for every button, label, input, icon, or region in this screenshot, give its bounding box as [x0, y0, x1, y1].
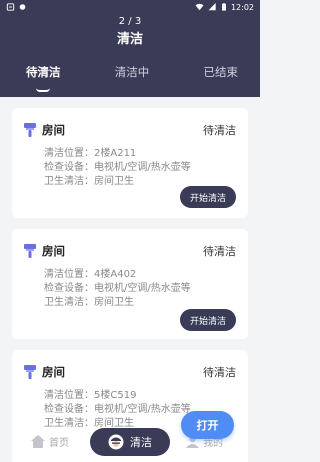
wifi-icon — [195, 3, 204, 11]
status-time: 12:02 — [230, 2, 254, 12]
card-equipment: 检查设备：电视机/空调/热水壶等 — [44, 283, 191, 294]
nav-home-label: 首页 — [49, 438, 69, 449]
card-equipment: 检查设备：电视机/空调/热水壶等 — [44, 162, 191, 173]
card-hygiene: 卫生清洁：房间卫生 — [44, 297, 134, 308]
card-title: 房间 — [42, 365, 65, 379]
card-status: 待清洁 — [203, 124, 236, 137]
card-location: 清洁位置：4楼A402 — [44, 269, 137, 280]
tab-pending-label: 待清洁 — [26, 65, 61, 79]
card-title: 房间 — [42, 123, 65, 137]
open-button[interactable]: 打开 — [181, 411, 234, 439]
start-cleaning-button[interactable]: 开始清洁 — [179, 186, 236, 208]
nav-clean[interactable]: 清洁 — [90, 428, 170, 456]
status-bar: 12:02 — [0, 0, 260, 14]
sim-icon — [19, 4, 26, 10]
brush-icon — [24, 365, 36, 379]
tab-bar: 待清洁 清洁中 已结束 — [0, 64, 260, 92]
tab-pending[interactable]: 待清洁 — [26, 64, 61, 92]
tab-active-indicator — [36, 88, 51, 92]
notification-icon — [6, 3, 15, 11]
nav-clean-label: 清洁 — [130, 436, 152, 449]
tab-finished-label: 已结束 — [203, 65, 239, 79]
tab-finished[interactable]: 已结束 — [204, 64, 239, 84]
header: 12:02 2 / 3 清洁 待清洁 清洁中 已结束 — [0, 0, 260, 97]
task-list: 房间 待清洁 清洁位置：2楼A211 检查设备：电视机/空调/热水壶等 卫生清洁… — [0, 97, 260, 462]
card-location: 清洁位置：2楼A211 — [44, 148, 137, 159]
battery-icon — [221, 3, 226, 11]
nav-home[interactable]: 首页 — [31, 434, 69, 449]
tab-in-progress-label: 清洁中 — [114, 65, 150, 79]
task-card[interactable]: 房间 待清洁 清洁位置：4楼A402 检查设备：电视机/空调/热水壶等 卫生清洁… — [12, 229, 248, 339]
task-card[interactable]: 房间 待清洁 清洁位置：2楼A211 检查设备：电视机/空调/热水壶等 卫生清洁… — [12, 108, 248, 218]
start-cleaning-button[interactable]: 开始清洁 — [179, 309, 236, 331]
page-title: 清洁 — [116, 32, 143, 47]
page-indicator: 2 / 3 — [118, 16, 142, 27]
card-status: 待清洁 — [203, 245, 236, 258]
signal-icon — [208, 3, 216, 11]
card-status: 待清洁 — [203, 366, 236, 379]
card-title: 房间 — [42, 244, 65, 258]
brush-icon — [24, 244, 36, 258]
brush-icon — [24, 123, 36, 137]
card-location: 清洁位置：5楼C519 — [44, 390, 137, 401]
cleaner-avatar-icon — [108, 434, 124, 450]
tab-in-progress[interactable]: 清洁中 — [115, 64, 150, 84]
home-icon — [31, 435, 45, 448]
